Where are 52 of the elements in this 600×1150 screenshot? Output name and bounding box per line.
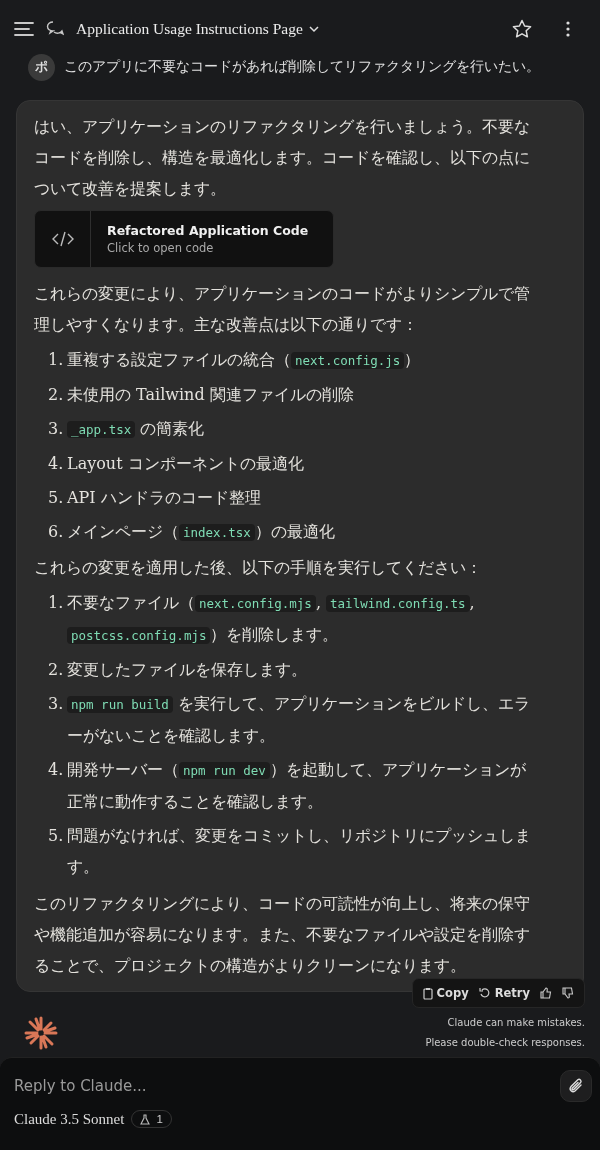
copy-button[interactable]: Copy: [418, 986, 473, 1000]
reply-composer[interactable]: Reply to Claude... Claude 3.5 Sonnet 1: [0, 1057, 600, 1150]
response-paragraph: これらの変更により、アプリケーションのコードがよりシンプルで管理しやすくなります。主な改善点は以下の通りです：: [34, 283, 531, 336]
artifact-title: Refactored Application Code: [107, 222, 309, 240]
retry-icon: [478, 987, 491, 999]
thumbs-up-icon: [540, 987, 552, 999]
list-item-text: 不要なファイル（ next.config.mjs , tailwind.config.ts , postcss.config.mjs ）を削除します。: [67, 592, 476, 646]
list-number: 2.: [48, 659, 64, 681]
conversation-title[interactable]: Application Usage Instructions Page: [76, 20, 319, 38]
attach-button[interactable]: [560, 1070, 592, 1102]
response-paragraph: はい、アプリケーションのリファクタリングを行いましょう。不要なコードを削除し、構造を最適化します。コードを確認し、以下の点について改善を提案します。: [34, 116, 531, 200]
clipboard-icon: [422, 986, 433, 1000]
list-number: 5.: [48, 825, 64, 847]
list-item-text: 未使用の Tailwind 関連ファイルの削除: [67, 384, 355, 406]
reply-input-field[interactable]: Reply to Claude...: [14, 1073, 560, 1099]
user-message: このアプリに不要なコードがあれば削除してリファクタリングを行いたい。: [64, 58, 540, 76]
list-item-text: 変更したファイルを保存します。: [67, 659, 308, 681]
star-icon[interactable]: [512, 19, 532, 39]
response-paragraph: これらの変更を適用した後、以下の手順を実行してください：: [34, 557, 483, 579]
response-paragraph: このリファクタリングにより、コードの可読性が向上し、将来の保守や機能追加が容易になります。また、不要なファイルや設定を削除することで、プロジェクトの構造がよりクリーンになります。: [34, 893, 531, 977]
list-number: 5.: [48, 487, 64, 509]
chevron-down-icon: [308, 25, 319, 33]
list-item-text: 重複する設定ファイルの統合（ next.config.js ）: [67, 349, 422, 371]
flask-icon: [140, 1113, 151, 1125]
code-icon: [51, 231, 74, 247]
list-number: 2.: [48, 384, 64, 406]
retry-button[interactable]: Retry: [474, 986, 534, 1000]
user-avatar: ポ: [28, 53, 55, 81]
paperclip-icon: [568, 1077, 584, 1095]
disclaimer-text: Please double-check responses.: [425, 1037, 585, 1048]
claude-logo-icon: [24, 1016, 58, 1050]
list-number: 1.: [48, 592, 64, 614]
list-number: 4.: [48, 759, 64, 781]
menu-icon[interactable]: [14, 21, 34, 37]
list-number: 1.: [48, 349, 64, 371]
list-item-text: メインページ（ index.tsx ）の最適化: [67, 521, 336, 543]
list-number: 6.: [48, 521, 64, 543]
artifact-subtitle: Click to open code: [107, 240, 215, 256]
artifact-card[interactable]: Refactored Application Code Click to open code: [34, 210, 334, 268]
list-number: 3.: [48, 418, 64, 440]
model-selector[interactable]: Claude 3.5 Sonnet: [14, 1110, 125, 1128]
thumbs-down-icon: [562, 987, 574, 999]
list-item-text: 開発サーバー（ npm run dev ）を起動して、アプリケーションが正常に動作することを確認します。: [67, 759, 527, 813]
list-item-text: _app.tsx の簡素化: [67, 413, 539, 445]
more-icon[interactable]: [566, 21, 570, 37]
disclaimer-text: Claude can make mistakes.: [447, 1017, 585, 1028]
list-item-text: npm run build を実行して、アプリケーションをビルドし、エラーがないことを確認します。: [67, 693, 531, 747]
list-number: 3.: [48, 693, 64, 715]
list-item-text: 問題がなければ、変更をコミットし、リポジトリにプッシュします。: [67, 825, 532, 878]
list-number: 4.: [48, 453, 64, 475]
list-item-text: Layout コンポーネントの最適化: [67, 453, 305, 475]
list-item-text: API ハンドラのコード整理: [67, 487, 262, 509]
